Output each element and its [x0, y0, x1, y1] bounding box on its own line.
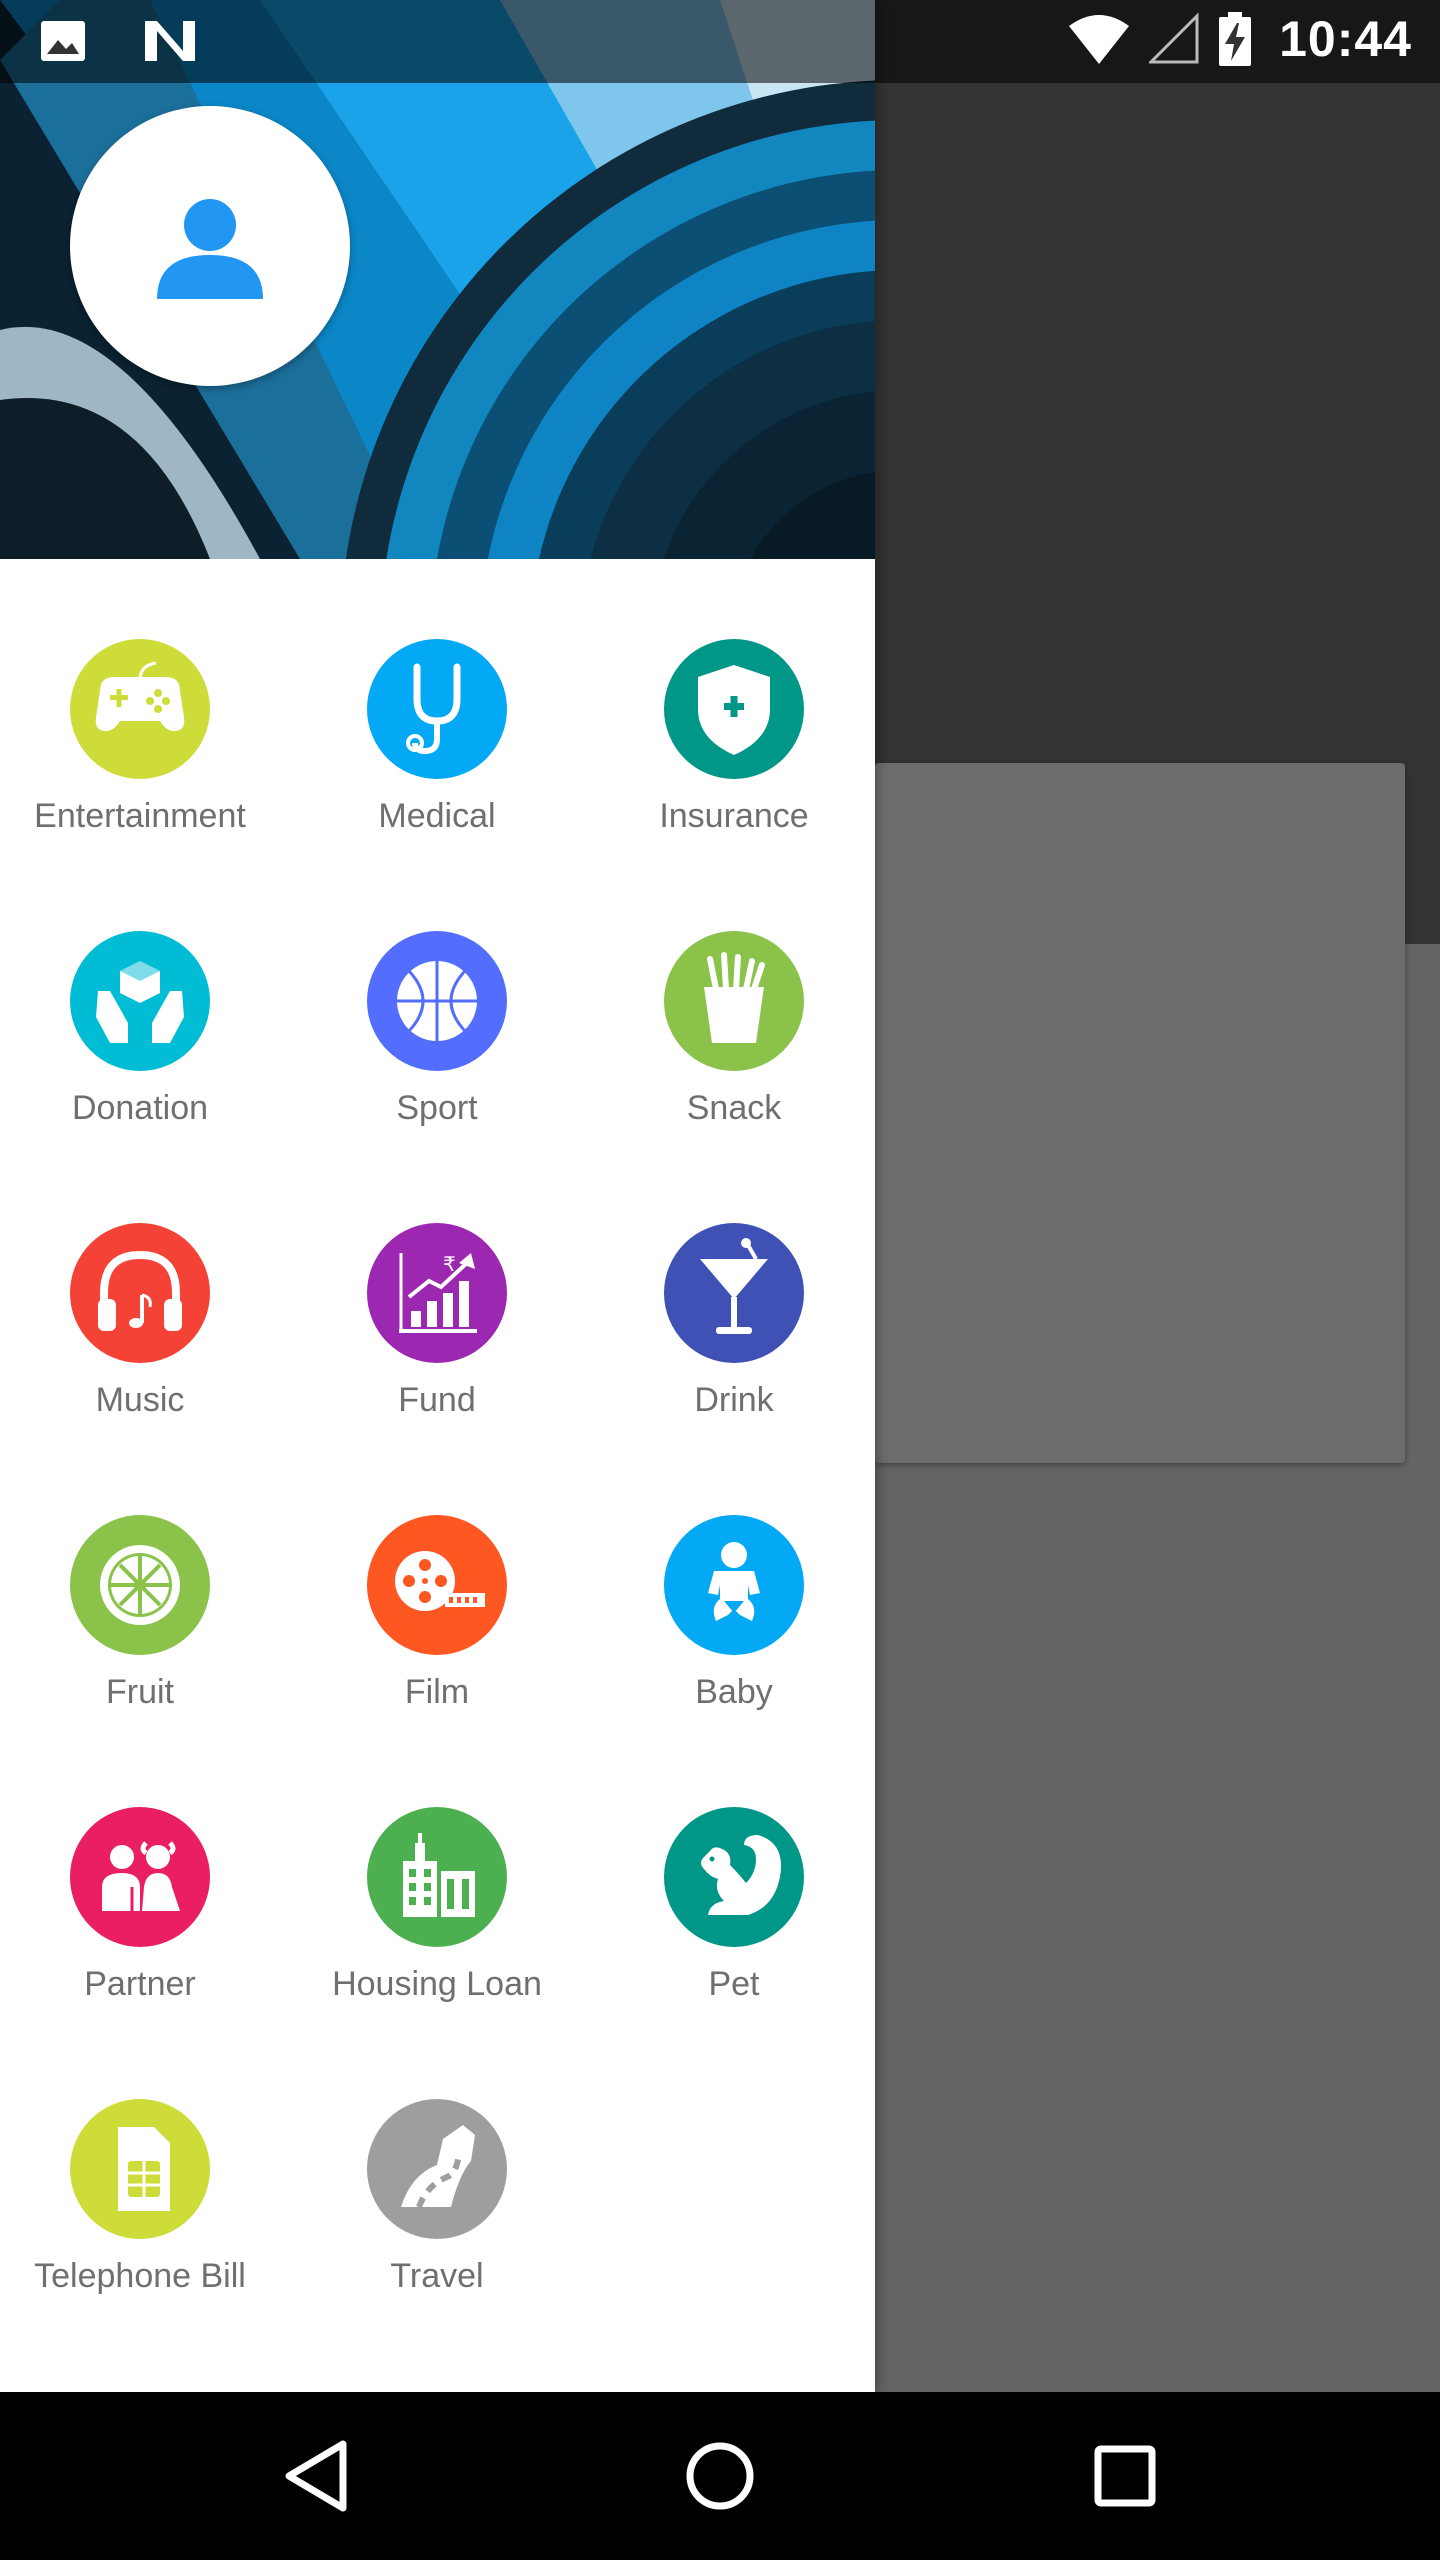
basketball-icon [397, 961, 477, 1041]
category-label: Travel [390, 2257, 484, 2295]
shield-plus-icon [698, 665, 770, 755]
hands-box-icon [96, 961, 184, 1043]
category-icon-circle [664, 931, 804, 1071]
headphones-icon [98, 1250, 182, 1331]
category-label: Medical [378, 797, 496, 835]
signal-icon [1149, 12, 1199, 64]
n-notification-icon [145, 21, 195, 61]
stethoscope-icon [406, 663, 461, 755]
category-item-travel[interactable]: Travel [292, 2099, 582, 2359]
category-label: Entertainment [34, 797, 246, 835]
category-label: Snack [686, 1089, 782, 1127]
home-button[interactable] [670, 2426, 770, 2526]
category-item-pet[interactable]: Pet [589, 1807, 879, 2067]
category-label: Insurance [659, 797, 809, 835]
home-circle-icon [686, 2442, 754, 2510]
road-icon [401, 2125, 475, 2209]
couple-icon [102, 1841, 180, 1911]
navigation-drawer: Entertainment Medical Insurance Donation Spo… [0, 0, 875, 2392]
category-item-fruit[interactable]: Fruit [0, 1515, 285, 1775]
category-label: Drink [694, 1381, 774, 1419]
baby-icon [708, 1542, 760, 1621]
category-icon-circle [367, 1807, 507, 1947]
category-item-entertainment[interactable]: Entertainment [0, 639, 285, 899]
drawer-header [0, 0, 875, 559]
film-reel-icon [395, 1551, 485, 1611]
category-label: Baby [695, 1673, 773, 1711]
category-item-telephone-bill[interactable]: Telephone Bill [0, 2099, 285, 2359]
category-icon-circle [70, 1807, 210, 1947]
category-item-housing-loan[interactable]: Housing Loan [292, 1807, 582, 2067]
category-item-drink[interactable]: Drink [589, 1223, 879, 1483]
category-icon-circle [664, 1515, 804, 1655]
wifi-icon [1069, 15, 1130, 64]
category-item-music[interactable]: Music [0, 1223, 285, 1483]
category-label: Fruit [106, 1673, 174, 1711]
category-item-medical[interactable]: Medical [292, 639, 582, 899]
category-item-insurance[interactable]: Insurance [589, 639, 879, 899]
category-item-film[interactable]: Film [292, 1515, 582, 1775]
status-time: 10:44 [1279, 11, 1412, 67]
buildings-icon [403, 1833, 475, 1917]
category-label: Pet [708, 1965, 760, 2003]
category-icon-circle [664, 1223, 804, 1363]
category-icon-circle [367, 639, 507, 779]
category-icon-circle [664, 1807, 804, 1947]
category-item-partner[interactable]: Partner [0, 1807, 285, 2067]
category-item-donation[interactable]: Donation [0, 931, 285, 1191]
recents-button[interactable] [1075, 2426, 1175, 2526]
person-icon [157, 199, 263, 299]
squirrel-icon [701, 1835, 782, 1915]
category-label: Film [404, 1673, 470, 1711]
user-avatar[interactable] [70, 106, 350, 386]
category-label: Sport [396, 1089, 478, 1127]
category-label: Fund [398, 1381, 476, 1419]
category-icon-circle [70, 1515, 210, 1655]
sim-card-icon [118, 2127, 170, 2211]
category-icon-circle [70, 2099, 210, 2239]
category-icon-circle [367, 931, 507, 1071]
background-card [875, 763, 1405, 1463]
cocktail-icon [700, 1238, 768, 1334]
citrus-icon [100, 1545, 180, 1625]
svg-text:₹: ₹ [443, 1252, 456, 1276]
system-nav-bar [0, 2392, 1440, 2560]
category-label: Partner [84, 1965, 196, 2003]
category-icon-circle [664, 639, 804, 779]
fries-icon [704, 952, 765, 1043]
category-item-sport[interactable]: Sport [292, 931, 582, 1191]
category-label: Donation [71, 1089, 209, 1127]
category-label: Housing Loan [332, 1965, 542, 2003]
category-icon-circle [70, 639, 210, 779]
back-triangle-icon [285, 2440, 347, 2512]
back-button[interactable] [266, 2426, 366, 2526]
category-icon-circle [367, 1515, 507, 1655]
gamepad-icon [95, 661, 185, 731]
category-label: Telephone Bill [34, 2257, 246, 2295]
category-icon-circle [70, 1223, 210, 1363]
status-bar: 10:44 [0, 0, 1440, 83]
recents-square-icon [1094, 2445, 1156, 2507]
category-icon-circle [70, 931, 210, 1071]
category-icon-circle [367, 2099, 507, 2239]
category-item-snack[interactable]: Snack [589, 931, 879, 1191]
category-label: Music [95, 1381, 185, 1419]
category-icon-circle: ₹ [367, 1223, 507, 1363]
battery-charging-icon [1219, 12, 1252, 66]
chart-rupee-icon: ₹ [399, 1252, 477, 1333]
image-icon [41, 21, 85, 61]
category-item-fund[interactable]: ₹ Fund [292, 1223, 582, 1483]
category-item-baby[interactable]: Baby [589, 1515, 879, 1775]
